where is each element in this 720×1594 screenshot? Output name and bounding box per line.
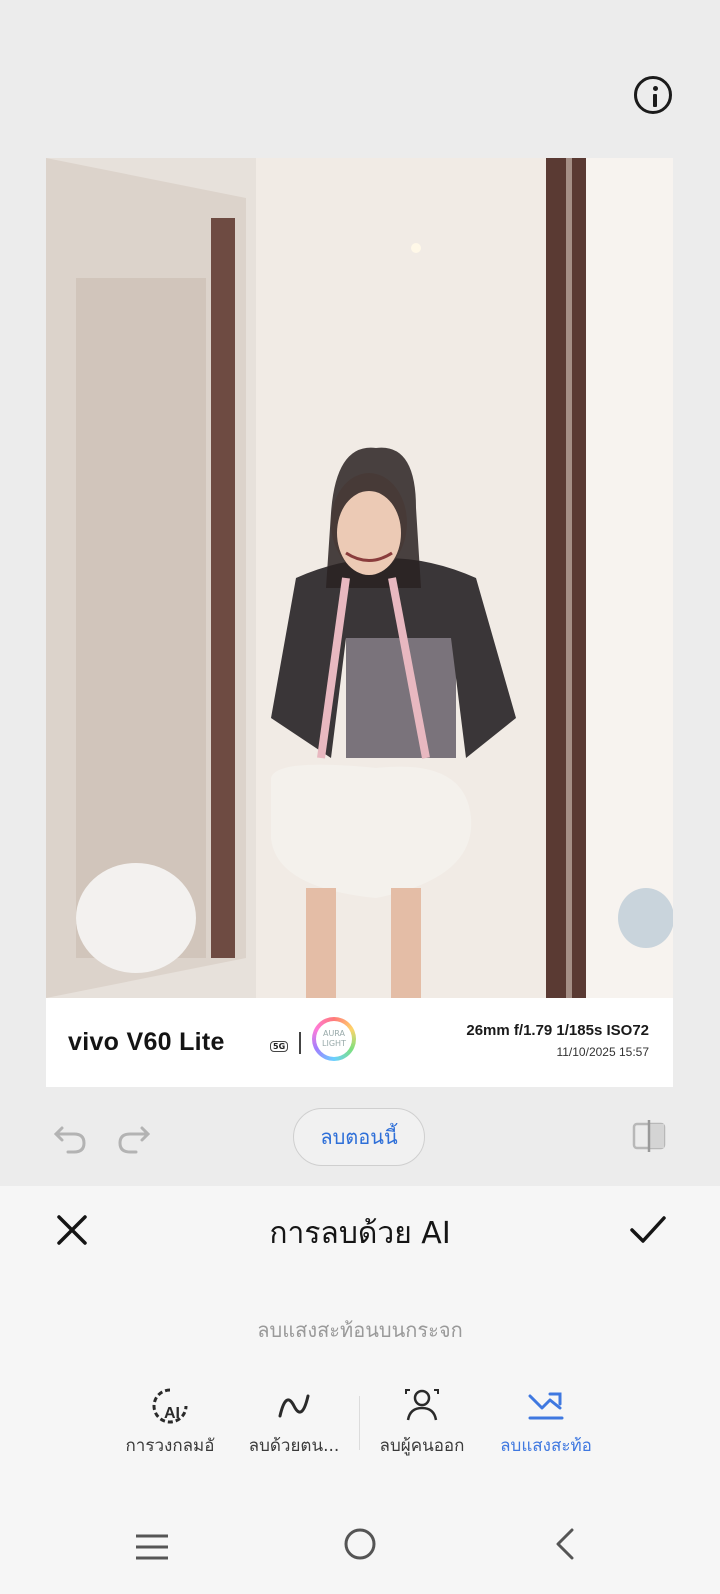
network-badge: 5G — [270, 1041, 289, 1052]
back-chevron-icon[interactable] — [554, 1528, 576, 1564]
tool-label: การวงกลมอั — [125, 1436, 215, 1456]
remove-people-icon — [402, 1386, 442, 1426]
home-circle-icon[interactable] — [343, 1527, 377, 1565]
photo-datetime: 11/10/2025 15:57 — [556, 1045, 649, 1059]
confirm-check-icon[interactable] — [628, 1212, 668, 1248]
photo-preview — [46, 158, 673, 998]
menu-icon[interactable] — [134, 1532, 170, 1566]
compare-icon[interactable] — [632, 1120, 666, 1152]
remove-now-button[interactable]: ลบตอนนี้ — [293, 1108, 425, 1166]
remove-reflection-icon — [526, 1386, 566, 1426]
tool-remove-people[interactable]: ลบผู้คนออก — [360, 1386, 484, 1459]
brush-stroke-icon — [274, 1386, 314, 1426]
tool-label: ลบด้วยตน... — [248, 1436, 340, 1456]
ai-circle-icon: AI — [150, 1386, 190, 1426]
aura-light-logo: AURA LIGHT — [312, 1017, 356, 1061]
tool-hint: ลบแสงสะท้อนบนกระจก — [257, 1318, 463, 1342]
camera-specs: 26mm f/1.79 1/185s ISO72 — [466, 1022, 649, 1039]
aura-light-text: AURA LIGHT — [316, 1021, 352, 1057]
tool-label: ลบแสงสะท้อ — [500, 1436, 592, 1456]
photo-image — [46, 158, 673, 998]
svg-text:AI: AI — [164, 1405, 180, 1422]
watermark-brand: vivo V60 Lite — [68, 1028, 225, 1056]
tool-circle-ai[interactable]: AI การวงกลมอั — [108, 1386, 232, 1459]
tool-remove-reflection[interactable]: ลบแสงสะท้อ — [484, 1386, 608, 1459]
undo-icon[interactable] — [50, 1116, 90, 1156]
redo-icon[interactable] — [114, 1116, 154, 1156]
tool-manual-erase[interactable]: ลบด้วยตน... — [232, 1386, 356, 1459]
watermark-divider — [299, 1032, 301, 1054]
tool-label: ลบผู้คนออก — [379, 1436, 465, 1456]
photo-watermark: vivo V60 Lite 5G AURA LIGHT 26mm f/1.79 … — [46, 998, 673, 1087]
panel-title: การลบด้วย AI — [269, 1216, 451, 1251]
info-icon[interactable] — [634, 76, 672, 114]
